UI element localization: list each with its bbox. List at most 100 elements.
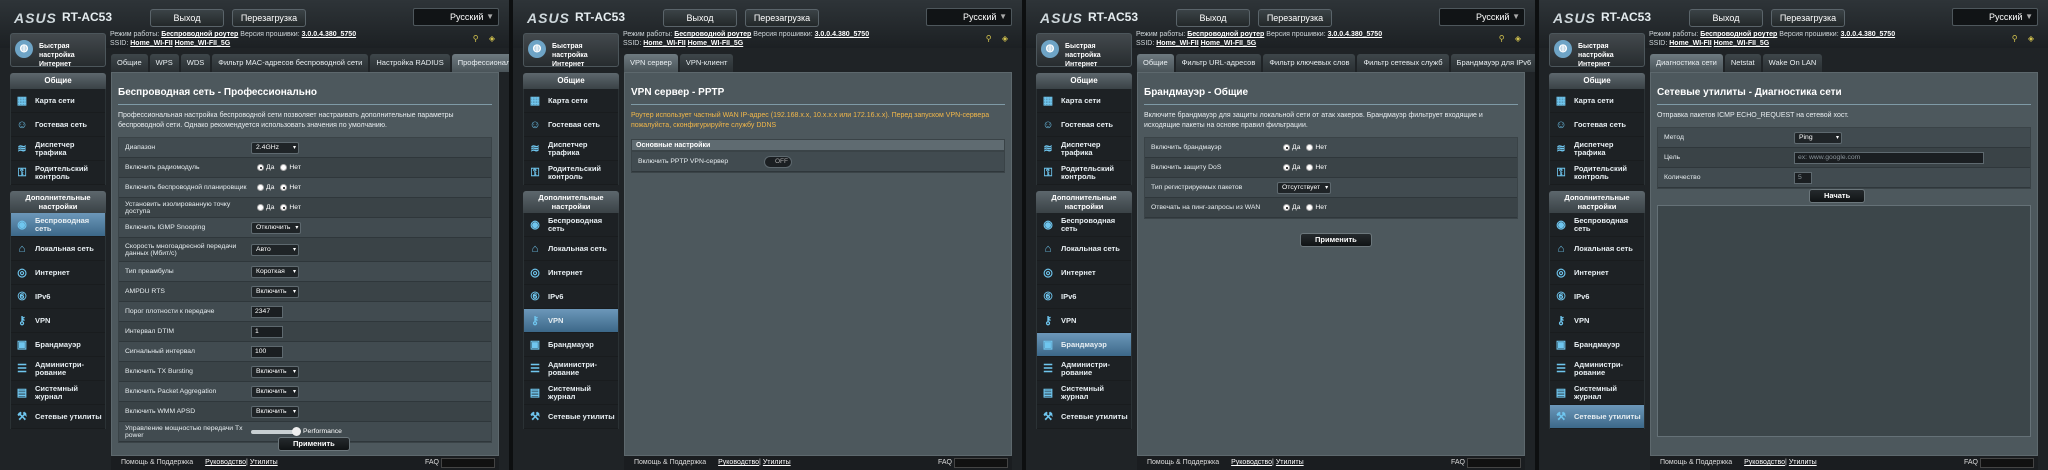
pptp-toggle[interactable]: OFF: [764, 155, 792, 168]
sidebar-item-advanced-7[interactable]: ☰ Администри-рование: [1550, 357, 1644, 381]
sidebar-item-general-3[interactable]: ≋ Диспетчер трафика: [1550, 137, 1644, 161]
help-link[interactable]: Помощь & Поддержка: [121, 456, 193, 470]
sidebar-item-advanced-3[interactable]: ◎ Интернет: [1037, 261, 1131, 285]
tab-3[interactable]: WDS: [180, 54, 211, 72]
tab-1[interactable]: Диагностика сети: [1650, 54, 1723, 72]
radio-no[interactable]: [280, 204, 288, 211]
sidebar-item-general-2[interactable]: ☺ Гостевая сеть: [1037, 113, 1131, 137]
radio-no[interactable]: [1306, 164, 1314, 171]
value-input[interactable]: 2347: [251, 305, 283, 318]
sidebar-item-general-2[interactable]: ☺ Гостевая сеть: [1550, 113, 1644, 137]
faq-search-input[interactable]: [1467, 458, 1521, 468]
radio-yes[interactable]: [257, 164, 264, 171]
utilities-link[interactable]: Утилиты: [1789, 456, 1817, 470]
method-select[interactable]: Ping: [1794, 131, 1842, 144]
tab-2[interactable]: VPN-клиент: [679, 54, 734, 72]
radio-no[interactable]: [280, 184, 288, 191]
firmware-link[interactable]: 3.0.0.4.380_5750: [1841, 31, 1896, 38]
firmware-link[interactable]: 3.0.0.4.380_5750: [302, 31, 357, 38]
radio-no[interactable]: [1306, 204, 1314, 211]
sidebar-item-advanced-6[interactable]: ▣ Брандмауэр: [1550, 333, 1644, 357]
value-select[interactable]: Отсутствует: [1277, 181, 1332, 194]
mode-link[interactable]: Беспроводной роутер: [1700, 31, 1777, 38]
tab-2[interactable]: Фильтр URL-адресов: [1175, 54, 1262, 72]
faq-search-input[interactable]: [954, 458, 1008, 468]
logout-button[interactable]: Выход: [150, 9, 224, 27]
sidebar-item-advanced-9[interactable]: ⚒ Сетевые утилиты: [11, 405, 105, 429]
mode-link[interactable]: Беспроводной роутер: [161, 31, 238, 38]
sidebar-item-advanced-3[interactable]: ◎ Интернет: [11, 261, 105, 285]
utilities-link[interactable]: Утилиты: [250, 456, 278, 470]
quick-setup-button[interactable]: ◍ Быстрая настройка Интернет: [1036, 33, 1132, 68]
language-select[interactable]: Русский ▼: [1952, 8, 2038, 26]
faq-search-input[interactable]: [1980, 458, 2034, 468]
help-link[interactable]: Помощь & Поддержка: [1147, 456, 1219, 470]
sidebar-item-advanced-7[interactable]: ☰ Администри-рование: [524, 357, 618, 381]
radio-yes[interactable]: [1283, 204, 1290, 211]
sidebar-item-general-4[interactable]: ⚿ Родительский контроль: [524, 161, 618, 185]
value-select[interactable]: Включить: [251, 365, 299, 378]
sidebar-item-advanced-2[interactable]: ⌂ Локальная сеть: [1550, 237, 1644, 261]
value-select[interactable]: Короткая: [251, 265, 299, 278]
firmware-link[interactable]: 3.0.0.4.380_5750: [815, 31, 870, 38]
sidebar-item-general-3[interactable]: ≋ Диспетчер трафика: [524, 137, 618, 161]
tab-2[interactable]: Netstat: [1724, 54, 1761, 72]
sidebar-item-advanced-5[interactable]: ⚷ VPN: [1550, 309, 1644, 333]
value-select[interactable]: Отключить: [251, 221, 302, 234]
sidebar-item-advanced-1[interactable]: ◉ Беспроводная сеть: [524, 213, 618, 237]
sidebar-item-advanced-9[interactable]: ⚒ Сетевые утилиты: [1550, 405, 1644, 429]
radio-no[interactable]: [280, 164, 288, 171]
sidebar-item-advanced-6[interactable]: ▣ Брандмауэр: [11, 333, 105, 357]
radio-yes[interactable]: [257, 204, 264, 211]
sidebar-item-advanced-2[interactable]: ⌂ Локальная сеть: [1037, 237, 1131, 261]
faq-search-input[interactable]: [441, 458, 495, 468]
help-link[interactable]: Помощь & Поддержка: [1660, 456, 1732, 470]
value-select[interactable]: Включить: [251, 405, 299, 418]
sidebar-item-advanced-6[interactable]: ▣ Брандмауэр: [1037, 333, 1131, 357]
count-input[interactable]: 5: [1794, 171, 1812, 184]
sidebar-item-general-1[interactable]: ▦ Карта сети: [524, 89, 618, 113]
mode-link[interactable]: Беспроводной роутер: [674, 31, 751, 38]
sidebar-item-advanced-8[interactable]: ▤ Системный журнал: [524, 381, 618, 405]
sidebar-item-advanced-4[interactable]: ⑥ IPv6: [1550, 285, 1644, 309]
sidebar-item-advanced-9[interactable]: ⚒ Сетевые утилиты: [1037, 405, 1131, 429]
sidebar-item-general-2[interactable]: ☺ Гостевая сеть: [524, 113, 618, 137]
tab-4[interactable]: Фильтр MAC-адресов беспроводной сети: [212, 54, 369, 72]
sidebar-item-general-4[interactable]: ⚿ Родительский контроль: [1037, 161, 1131, 185]
sidebar-item-advanced-9[interactable]: ⚒ Сетевые утилиты: [524, 405, 618, 429]
mode-link[interactable]: Беспроводной роутер: [1187, 31, 1264, 38]
radio-no[interactable]: [1306, 144, 1314, 151]
value-input[interactable]: 1: [251, 325, 283, 338]
sidebar-item-advanced-5[interactable]: ⚷ VPN: [1037, 309, 1131, 333]
start-button[interactable]: Начать: [1809, 189, 1866, 203]
sidebar-item-general-1[interactable]: ▦ Карта сети: [11, 89, 105, 113]
value-select[interactable]: Авто: [251, 243, 299, 256]
utilities-link[interactable]: Утилиты: [1276, 456, 1304, 470]
tab-4[interactable]: Фильтр сетевых служб: [1357, 54, 1449, 72]
apply-button[interactable]: Применить: [1300, 233, 1372, 247]
logout-button[interactable]: Выход: [1689, 9, 1763, 27]
tab-3[interactable]: Фильтр ключевых слов: [1263, 54, 1356, 72]
sidebar-item-advanced-4[interactable]: ⑥ IPv6: [11, 285, 105, 309]
quick-setup-button[interactable]: ◍ Быстрая настройка Интернет: [523, 33, 619, 68]
sidebar-item-advanced-2[interactable]: ⌂ Локальная сеть: [11, 237, 105, 261]
sidebar-item-general-2[interactable]: ☺ Гостевая сеть: [11, 113, 105, 137]
sidebar-item-advanced-1[interactable]: ◉ Беспроводная сеть: [1550, 213, 1644, 237]
value-select[interactable]: 2.4GHz: [251, 141, 299, 154]
reboot-button[interactable]: Перезагрузка: [232, 9, 306, 27]
manual-link[interactable]: Руководство: [205, 456, 246, 470]
tab-5[interactable]: Брандмауэр для IPv6: [1450, 54, 1535, 72]
sidebar-item-advanced-5[interactable]: ⚷ VPN: [524, 309, 618, 333]
sidebar-item-general-4[interactable]: ⚿ Родительский контроль: [11, 161, 105, 185]
manual-link[interactable]: Руководство: [718, 456, 759, 470]
sidebar-item-advanced-5[interactable]: ⚷ VPN: [11, 309, 105, 333]
tab-6[interactable]: Профессионально: [451, 54, 509, 72]
logout-button[interactable]: Выход: [663, 9, 737, 27]
sidebar-item-advanced-4[interactable]: ⑥ IPv6: [1037, 285, 1131, 309]
tx-power-slider[interactable]: [251, 426, 301, 436]
manual-link[interactable]: Руководство: [1231, 456, 1272, 470]
sidebar-item-advanced-8[interactable]: ▤ Системный журнал: [1550, 381, 1644, 405]
tab-1[interactable]: Общие: [1137, 54, 1174, 72]
sidebar-item-advanced-1[interactable]: ◉ Беспроводная сеть: [11, 213, 105, 237]
sidebar-item-advanced-2[interactable]: ⌂ Локальная сеть: [524, 237, 618, 261]
